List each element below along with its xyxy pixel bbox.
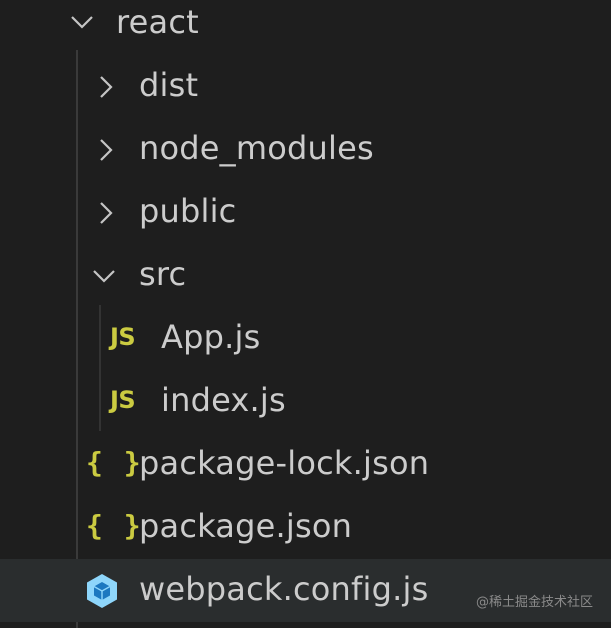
watermark: @稀土掘金技术社区 <box>475 595 593 610</box>
json-file-icon: { } <box>86 509 143 542</box>
tree-row-index-js[interactable]: JS index.js <box>0 370 611 433</box>
file-label-app-js: App.js <box>161 318 261 356</box>
file-label-package-json: package.json <box>139 507 353 545</box>
file-label-package-lock-json: package-lock.json <box>139 444 430 482</box>
tree-row-react[interactable]: react <box>0 0 611 55</box>
folder-label-react: react <box>116 3 199 41</box>
tree-row-node-modules[interactable]: node_modules <box>0 118 611 181</box>
folder-label-dist: dist <box>139 66 199 104</box>
tree-row-src[interactable]: src <box>0 244 611 307</box>
folder-label-node-modules: node_modules <box>139 129 374 167</box>
chevron-down-icon <box>70 14 93 34</box>
json-file-icon: { } <box>86 446 143 479</box>
tree-row-package-json[interactable]: { } package.json <box>0 496 611 559</box>
chevron-right-icon <box>98 201 118 224</box>
webpack-file-icon <box>84 573 120 613</box>
file-label-index-js: index.js <box>161 381 286 419</box>
folder-label-public: public <box>139 192 237 230</box>
file-explorer: react dist node_modules public src JS Ap… <box>0 0 611 628</box>
tree-row-package-lock-json[interactable]: { } package-lock.json <box>0 433 611 496</box>
chevron-down-icon <box>92 268 115 288</box>
tree-row-app-js[interactable]: JS App.js <box>0 307 611 370</box>
javascript-file-icon: JS <box>110 323 136 351</box>
chevron-right-icon <box>98 75 118 98</box>
chevron-right-icon <box>98 138 118 161</box>
file-label-webpack-config-js: webpack.config.js <box>139 570 429 608</box>
folder-label-src: src <box>139 255 187 293</box>
tree-row-public[interactable]: public <box>0 181 611 244</box>
tree-row-dist[interactable]: dist <box>0 55 611 118</box>
javascript-file-icon: JS <box>110 386 136 414</box>
